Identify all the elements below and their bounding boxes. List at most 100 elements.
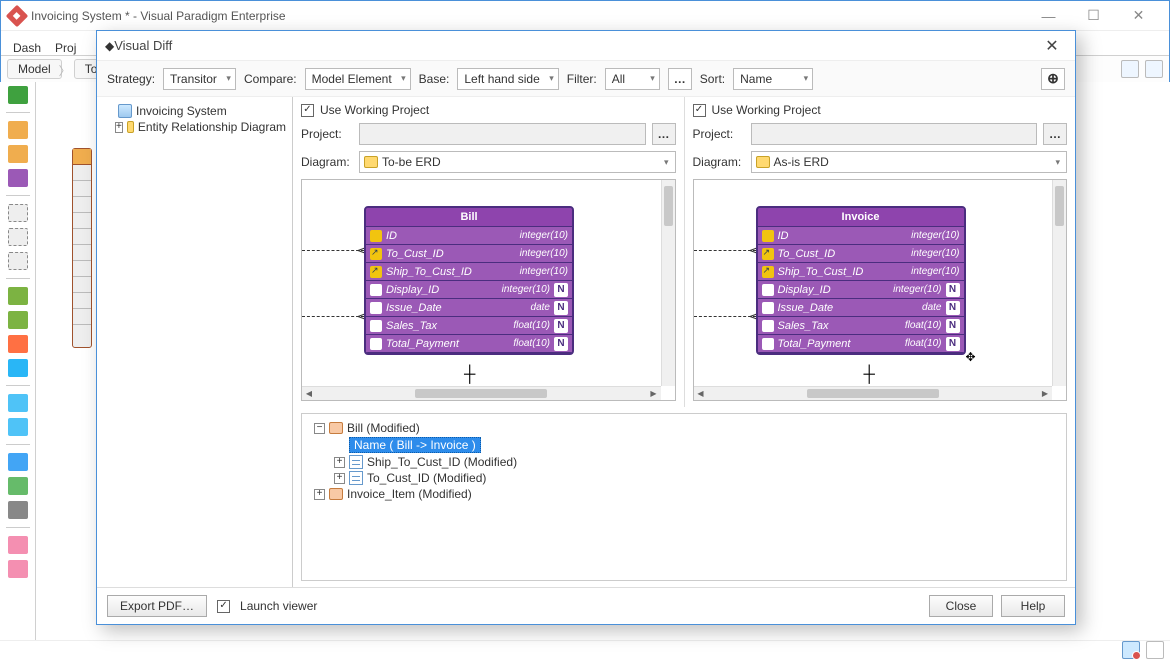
column-type: integer(10): [911, 266, 959, 277]
tool-icon-9[interactable]: [8, 311, 28, 329]
entity-column-row[interactable]: Display_IDinteger(10)N: [366, 281, 572, 299]
entity-column-row[interactable]: IDinteger(10): [758, 227, 964, 245]
left-project-browse-button[interactable]: [652, 123, 676, 145]
entity-column-row[interactable]: To_Cust_IDinteger(10): [758, 245, 964, 263]
tool-icon-13[interactable]: [8, 418, 28, 436]
folder-icon: [329, 488, 343, 500]
right-project-label: Project:: [693, 127, 745, 141]
tool-icon-15[interactable]: [8, 477, 28, 495]
diff-tree-item[interactable]: +To_Cust_ID (Modified): [308, 470, 1060, 486]
entity-column-row[interactable]: IDinteger(10): [366, 227, 572, 245]
tool-icon-3[interactable]: [8, 145, 28, 163]
filter-select[interactable]: All: [605, 68, 660, 90]
breadcrumb-item-model[interactable]: Model: [7, 59, 62, 79]
column-type: integer(10): [520, 230, 568, 241]
minimize-button[interactable]: —: [1026, 2, 1071, 30]
column-name: Total_Payment: [386, 338, 509, 350]
dialog-close-button[interactable]: ✕: [1037, 34, 1067, 58]
launch-viewer-checkbox[interactable]: [217, 600, 230, 613]
right-project-browse-button[interactable]: [1043, 123, 1067, 145]
toolbar-icon-1[interactable]: [1121, 60, 1139, 78]
menu-dash[interactable]: Dash: [13, 41, 41, 55]
expand-toggle[interactable]: +: [115, 122, 123, 133]
base-select[interactable]: Left hand side: [457, 68, 558, 90]
left-diagram-view[interactable]: BillIDinteger(10)To_Cust_IDinteger(10)Sh…: [301, 179, 676, 401]
right-project-field[interactable]: [751, 123, 1038, 145]
tool-icon-2[interactable]: [8, 121, 28, 139]
expand-toggle[interactable]: −: [314, 423, 325, 434]
column-name: Sales_Tax: [386, 320, 509, 332]
diff-tree-item[interactable]: +Invoice_Item (Modified): [308, 486, 1060, 502]
right-diagram-label: Diagram:: [693, 155, 745, 169]
entity-column-row[interactable]: Ship_To_Cust_IDinteger(10): [758, 263, 964, 281]
close-button[interactable]: Close: [929, 595, 993, 617]
strategy-select[interactable]: Transitor: [163, 68, 236, 90]
diff-results-tree[interactable]: −Bill (Modified)Name ( Bill -> Invoice )…: [301, 413, 1067, 581]
diff-tree-item[interactable]: Name ( Bill -> Invoice ): [308, 436, 1060, 454]
notes-icon[interactable]: [1146, 641, 1164, 659]
nullable-badge: N: [946, 319, 960, 333]
column-name: Issue_Date: [386, 302, 527, 314]
entity-column-row[interactable]: Issue_DatedateN: [366, 299, 572, 317]
tool-icon-5[interactable]: [8, 204, 28, 222]
nullable-badge: N: [946, 337, 960, 351]
help-button[interactable]: Help: [1001, 595, 1065, 617]
tool-icon-11[interactable]: [8, 359, 28, 377]
tool-icon-6[interactable]: [8, 228, 28, 246]
close-window-button[interactable]: ✕: [1116, 2, 1161, 30]
right-hscrollbar[interactable]: ◀▶: [694, 386, 1053, 400]
entity-column-row[interactable]: Total_Paymentfloat(10)N: [366, 335, 572, 353]
tool-icon-8[interactable]: [8, 287, 28, 305]
add-button[interactable]: [1041, 68, 1065, 90]
export-pdf-button[interactable]: Export PDF…: [107, 595, 207, 617]
filter-more-button[interactable]: [668, 68, 692, 90]
entity-column-row[interactable]: Ship_To_Cust_IDinteger(10): [366, 263, 572, 281]
expand-toggle[interactable]: +: [314, 489, 325, 500]
tree-child-label[interactable]: Entity Relationship Diagram: [138, 120, 286, 134]
tool-cursor-icon[interactable]: [8, 86, 28, 104]
left-diagram-select[interactable]: To-be ERD: [359, 151, 676, 173]
main-titlebar[interactable]: ◆ Invoicing System * - Visual Paradigm E…: [1, 1, 1169, 31]
tool-icon-10[interactable]: [8, 335, 28, 353]
right-use-working-checkbox[interactable]: [693, 104, 706, 117]
left-project-field[interactable]: [359, 123, 646, 145]
tool-icon-18[interactable]: [8, 560, 28, 578]
tool-icon-7[interactable]: [8, 252, 28, 270]
sort-select[interactable]: Name: [733, 68, 813, 90]
background-entity[interactable]: [72, 148, 92, 348]
toolbar-icon-2[interactable]: [1145, 60, 1163, 78]
left-use-working-checkbox[interactable]: [301, 104, 314, 117]
entity-column-row[interactable]: Sales_Taxfloat(10)N: [366, 317, 572, 335]
column-icon: [762, 338, 774, 350]
left-diagram-label: Diagram:: [301, 155, 353, 169]
left-vscrollbar[interactable]: [661, 180, 675, 386]
project-tree[interactable]: Invoicing System + Entity Relationship D…: [97, 97, 293, 587]
tool-icon-4[interactable]: [8, 169, 28, 187]
right-entity[interactable]: InvoiceIDinteger(10)To_Cust_IDinteger(10…: [756, 206, 966, 355]
tool-icon-12[interactable]: [8, 394, 28, 412]
compare-select[interactable]: Model Element: [305, 68, 411, 90]
entity-column-row[interactable]: Issue_DatedateN: [758, 299, 964, 317]
menu-proj[interactable]: Proj: [55, 41, 76, 55]
dialog-titlebar[interactable]: ◆ Visual Diff ✕: [97, 31, 1075, 61]
entity-column-row[interactable]: Total_Paymentfloat(10)N: [758, 335, 964, 353]
left-entity[interactable]: BillIDinteger(10)To_Cust_IDinteger(10)Sh…: [364, 206, 574, 355]
right-vscrollbar[interactable]: [1052, 180, 1066, 386]
entity-column-row[interactable]: Display_IDinteger(10)N: [758, 281, 964, 299]
entity-column-row[interactable]: Sales_Taxfloat(10)N: [758, 317, 964, 335]
tool-icon-14[interactable]: [8, 453, 28, 471]
maximize-button[interactable]: ☐: [1071, 2, 1116, 30]
right-use-working-label: Use Working Project: [712, 103, 821, 117]
right-diagram-select[interactable]: As-is ERD: [751, 151, 1068, 173]
diff-tree-item[interactable]: −Bill (Modified): [308, 420, 1060, 436]
tree-root-label[interactable]: Invoicing System: [136, 104, 227, 118]
right-diagram-view[interactable]: InvoiceIDinteger(10)To_Cust_IDinteger(10…: [693, 179, 1068, 401]
expand-toggle[interactable]: +: [334, 457, 345, 468]
tool-icon-16[interactable]: [8, 501, 28, 519]
entity-column-row[interactable]: To_Cust_IDinteger(10): [366, 245, 572, 263]
mail-icon[interactable]: [1122, 641, 1140, 659]
expand-toggle[interactable]: +: [334, 473, 345, 484]
tool-icon-17[interactable]: [8, 536, 28, 554]
left-hscrollbar[interactable]: ◀▶: [302, 386, 661, 400]
diff-tree-item[interactable]: +Ship_To_Cust_ID (Modified): [308, 454, 1060, 470]
